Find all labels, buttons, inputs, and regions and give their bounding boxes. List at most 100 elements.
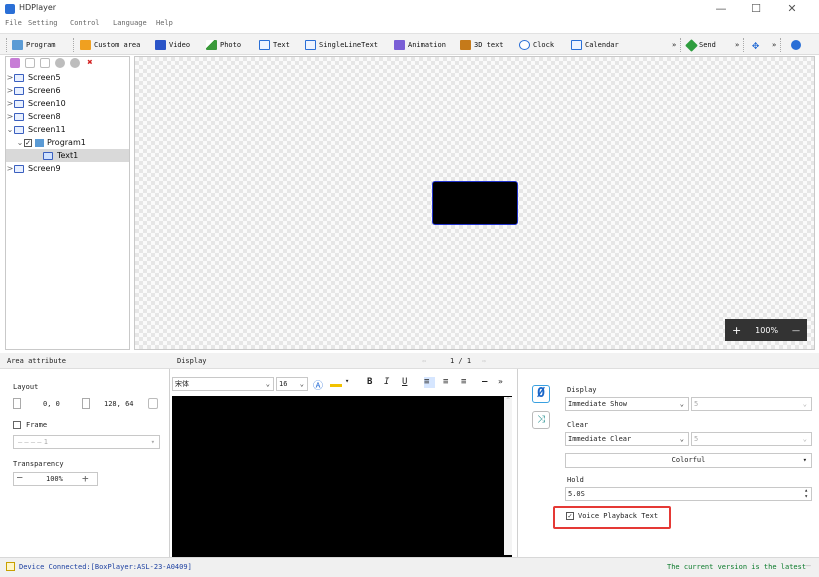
- expand-icon[interactable]: >: [6, 164, 14, 173]
- text-effect-icon[interactable]: Ⓐ: [313, 377, 323, 392]
- frame-select[interactable]: — — — — 1 ▾: [13, 435, 160, 449]
- align-center-icon[interactable]: ≡: [443, 377, 448, 387]
- italic-button[interactable]: I: [384, 377, 389, 387]
- move-up-icon[interactable]: [55, 58, 65, 68]
- clear-speed-select[interactable]: 5 ⌄: [691, 432, 812, 446]
- calendar-button[interactable]: Calendar: [571, 38, 619, 52]
- position-field[interactable]: 0, 0: [43, 400, 60, 408]
- move-icon[interactable]: ✥: [752, 38, 759, 52]
- calendar-label: Calendar: [585, 41, 619, 49]
- toolbar-overflow-button[interactable]: »: [772, 38, 776, 52]
- voice-playback-label[interactable]: Voice Playback Text: [578, 512, 658, 520]
- menu-file[interactable]: File: [5, 19, 22, 27]
- voice-playback-checkbox[interactable]: ✓: [566, 512, 574, 520]
- copy-icon[interactable]: [25, 58, 35, 68]
- collapse-icon[interactable]: ⌄: [6, 125, 14, 134]
- device-icon: [6, 562, 15, 571]
- menu-help[interactable]: Help: [156, 19, 173, 27]
- expand-icon[interactable]: >: [6, 99, 14, 108]
- move-down-icon[interactable]: [70, 58, 80, 68]
- window-title: HDPlayer: [19, 3, 57, 12]
- expand-icon[interactable]: >: [6, 112, 14, 121]
- minimize-button[interactable]: —: [706, 2, 736, 16]
- tree-item-screen8[interactable]: > Screen8: [6, 110, 129, 123]
- paste-icon[interactable]: [40, 58, 50, 68]
- maximize-button[interactable]: ☐: [741, 2, 771, 16]
- hold-value: 5.0S: [568, 490, 585, 498]
- clear-effect-select[interactable]: Immediate Clear ⌄: [565, 432, 689, 446]
- no-effect-icon[interactable]: Ø: [532, 385, 550, 403]
- video-icon: [155, 40, 166, 50]
- lock-icon[interactable]: [148, 398, 158, 409]
- increment-button[interactable]: +: [82, 472, 89, 485]
- previous-page-icon[interactable]: ⇦: [422, 353, 426, 369]
- zoom-control: + 100% —: [725, 319, 807, 341]
- 3d-text-button[interactable]: 3D text: [460, 38, 504, 52]
- align-left-icon[interactable]: ≡: [424, 377, 435, 388]
- photo-label: Photo: [220, 41, 242, 49]
- bold-button[interactable]: B: [367, 377, 372, 387]
- frame-checkbox[interactable]: [13, 421, 21, 429]
- font-select[interactable]: 宋体 ⌄: [172, 377, 274, 391]
- text-editor[interactable]: [172, 396, 512, 557]
- more-tools-button[interactable]: »: [498, 377, 503, 386]
- editor-scrollbar[interactable]: ^: [504, 397, 512, 555]
- custom-area-button[interactable]: Custom area: [80, 38, 140, 52]
- display-effect-select[interactable]: Immediate Show ⌄: [565, 397, 689, 411]
- preview-canvas[interactable]: + 100% —: [134, 56, 815, 350]
- align-right-icon[interactable]: ≡: [461, 377, 466, 387]
- transparency-stepper[interactable]: — 100% +: [13, 472, 98, 486]
- size-field[interactable]: 128, 64: [104, 400, 134, 408]
- tree-item-text1[interactable]: Text1: [6, 149, 129, 162]
- expand-icon[interactable]: >: [6, 86, 14, 95]
- close-button[interactable]: ✕: [777, 2, 807, 16]
- font-size-select[interactable]: 16 ⌄: [276, 377, 308, 391]
- program-checkbox[interactable]: ✓: [24, 138, 32, 147]
- expand-icon[interactable]: >: [6, 73, 14, 82]
- strikethrough-icon[interactable]: –: [482, 377, 487, 387]
- display-speed-select[interactable]: 5 ⌄: [691, 397, 812, 411]
- delete-icon[interactable]: ✖: [85, 58, 95, 68]
- display-speed-value: 5: [694, 400, 699, 408]
- spin-icon[interactable]: ▴ ▾: [804, 488, 808, 500]
- tree-item-program1[interactable]: ⌄ ✓ Program1: [6, 136, 129, 149]
- toolbar-grip: [743, 38, 745, 52]
- colorful-select[interactable]: Colorful ▾: [565, 453, 812, 468]
- menu-language[interactable]: Language: [113, 19, 147, 27]
- size-icon: [82, 398, 90, 409]
- tree-item-screen9[interactable]: > Screen9: [6, 162, 129, 175]
- program-button[interactable]: Program: [12, 38, 56, 52]
- random-effect-icon[interactable]: ⤨: [532, 411, 550, 429]
- decrement-button[interactable]: —: [17, 473, 22, 483]
- hold-time-field[interactable]: 5.0S ▴ ▾: [565, 487, 812, 501]
- tree-item-screen5[interactable]: > Screen5: [6, 71, 129, 84]
- menu-setting[interactable]: Setting: [28, 19, 58, 27]
- select-all-icon[interactable]: [10, 58, 20, 68]
- calendar-icon: [571, 40, 582, 50]
- tree-item-screen10[interactable]: > Screen10: [6, 97, 129, 110]
- status-bar: Device Connected:[BoxPlayer:ASL-23-A0409…: [0, 557, 819, 577]
- video-button[interactable]: Video: [155, 38, 190, 52]
- chevron-down-icon[interactable]: ▾: [345, 377, 349, 385]
- clock-button[interactable]: Clock: [519, 38, 554, 52]
- collapse-icon[interactable]: ⌄: [16, 138, 24, 147]
- single-line-text-button[interactable]: SingleLineText: [305, 38, 378, 52]
- play-button[interactable]: [791, 38, 801, 52]
- menu-control[interactable]: Control: [70, 19, 100, 27]
- tree-item-screen6[interactable]: > Screen6: [6, 84, 129, 97]
- photo-button[interactable]: Photo: [206, 38, 241, 52]
- next-page-icon[interactable]: ⇨: [482, 353, 486, 369]
- toolbar-overflow-button[interactable]: »: [735, 38, 739, 52]
- resize-grip[interactable]: —: [806, 561, 811, 570]
- zoom-out-button[interactable]: —: [792, 326, 800, 335]
- highlight-color-icon[interactable]: [330, 377, 342, 387]
- toolbar-overflow-button[interactable]: »: [672, 38, 676, 52]
- zoom-in-button[interactable]: +: [732, 324, 741, 337]
- screen-icon: [14, 112, 24, 121]
- underline-button[interactable]: U: [402, 377, 407, 387]
- text-area-preview[interactable]: [432, 181, 518, 225]
- text-button[interactable]: Text: [259, 38, 290, 52]
- tree-item-screen11[interactable]: ⌄ Screen11: [6, 123, 129, 136]
- send-button[interactable]: Send: [685, 38, 716, 52]
- animation-button[interactable]: Animation: [394, 38, 446, 52]
